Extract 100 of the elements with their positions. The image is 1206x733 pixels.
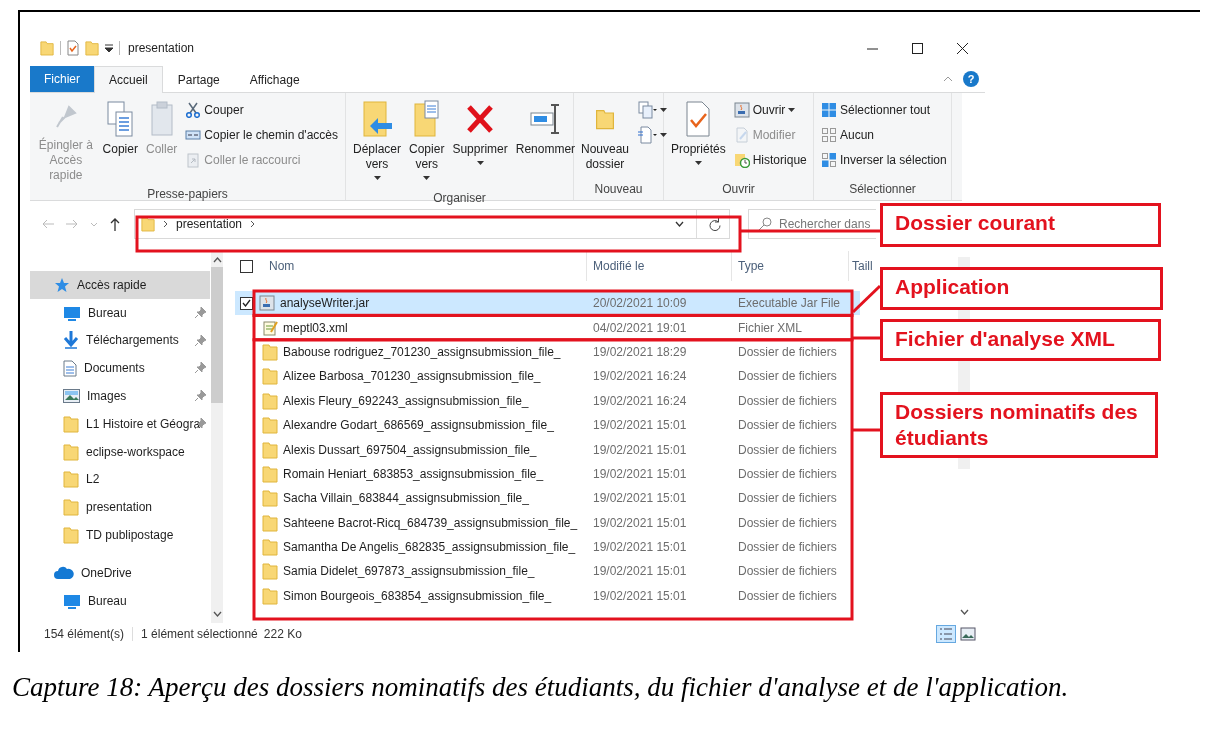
nav-item[interactable]: OneDrive bbox=[30, 558, 210, 587]
file-row[interactable]: meptl03.xml 04/02/2021 19:01 Fichier XML bbox=[235, 315, 860, 340]
ribbon-button[interactable]: Supprimer bbox=[449, 97, 511, 189]
scissors-icon bbox=[185, 102, 202, 118]
file-row[interactable]: Sahteene Bacrot-Ricq_684739_assignsubmission_file_ 19/02/2021 15:01 Dossier de fichiers bbox=[235, 510, 860, 535]
checked-document-icon[interactable] bbox=[67, 40, 79, 56]
checkbox[interactable] bbox=[240, 296, 253, 310]
type-cell-text: Dossier de fichiers bbox=[737, 491, 838, 506]
chevron-icon[interactable] bbox=[675, 221, 684, 227]
checkbox[interactable] bbox=[240, 259, 253, 273]
ribbon-button[interactable]: Sélectionner tout bbox=[818, 99, 950, 121]
file-row[interactable]: Simon Bourgeois_683854_assignsubmission_file_ 19/02/2021 15:01 Dossier de fichiers bbox=[235, 583, 860, 609]
ribbon-button[interactable]: Aucun bbox=[818, 124, 950, 146]
collapse-icon[interactable] bbox=[943, 76, 953, 82]
scroll-down-icon[interactable] bbox=[212, 611, 222, 617]
ribbon-button[interactable]: Propriétés bbox=[668, 97, 729, 180]
type-cell-text: Dossier de fichiers bbox=[737, 369, 838, 384]
folder-arrow-icon bbox=[360, 99, 394, 139]
help-icon[interactable]: ? bbox=[963, 71, 979, 87]
chevron-icon[interactable] bbox=[163, 220, 168, 228]
nav-item[interactable]: TD publipostage bbox=[30, 521, 210, 549]
folder-icon bbox=[85, 39, 99, 57]
folder-icon bbox=[262, 367, 278, 386]
ribbon-button[interactable]: Couper bbox=[182, 99, 341, 121]
folder-icon bbox=[40, 39, 54, 57]
search-field[interactable]: Rechercher dans bbox=[748, 209, 876, 239]
star-icon bbox=[54, 276, 70, 293]
ribbon-tab[interactable]: Accueil bbox=[94, 66, 163, 93]
file-row[interactable]: Alexandre Godart_686569_assignsubmission_file_ 19/02/2021 15:01 Dossier de fichiers bbox=[235, 412, 860, 438]
file-name: Romain Heniart_683853_assignsubmission_file_ bbox=[283, 466, 544, 481]
nav-item[interactable]: Documents bbox=[30, 354, 210, 383]
folder-icon bbox=[262, 538, 278, 557]
file-row[interactable]: Romain Heniart_683853_assignsubmission_file_ 19/02/2021 15:01 Dossier de fichiers bbox=[235, 461, 860, 487]
ribbon-tab[interactable]: Partage bbox=[162, 66, 235, 92]
date-cell-text: 19/02/2021 15:01 bbox=[592, 418, 688, 433]
nav-item[interactable]: eclipse-workspace bbox=[30, 437, 210, 466]
nav-item[interactable]: Accès rapide bbox=[30, 271, 210, 299]
ribbon-button[interactable]: Nouveau dossier bbox=[578, 97, 633, 180]
file-row[interactable]: Sacha Villain_683844_assignsubmission_file_ 19/02/2021 15:01 Dossier de fichiers bbox=[235, 486, 860, 511]
file-row[interactable]: analyseWriter.jar 20/02/2021 10:09 Executable Jar File bbox=[235, 291, 860, 316]
file-name: Alexis Fleury_692243_assignsubmission_file_ bbox=[283, 393, 529, 408]
ribbon-button[interactable]: Inverser la sélection bbox=[818, 149, 950, 171]
folder-icon bbox=[63, 469, 79, 490]
ribbon-button[interactable]: Ouvrir bbox=[730, 99, 810, 121]
nav-item[interactable]: Bureau bbox=[30, 298, 210, 327]
date-cell-text: 19/02/2021 15:01 bbox=[592, 515, 688, 530]
chevron-icon[interactable] bbox=[250, 220, 256, 228]
type-cell-text: Dossier de fichiers bbox=[737, 344, 838, 359]
nav-item[interactable]: Téléchargements bbox=[30, 326, 210, 355]
scroll-down-icon[interactable] bbox=[959, 609, 969, 615]
ribbon-button[interactable]: Copier vers bbox=[406, 97, 448, 189]
file-row[interactable]: Alexis Fleury_692243_assignsubmission_file_ 19/02/2021 16:24 Dossier de fichiers bbox=[235, 388, 860, 413]
column-header[interactable]: Taill bbox=[849, 251, 873, 281]
column-header[interactable]: Nom bbox=[263, 251, 587, 281]
folder-icon bbox=[262, 440, 278, 459]
nav-item[interactable]: L2 bbox=[30, 465, 210, 494]
file-name: meptl03.xml bbox=[283, 320, 348, 335]
ribbon-button[interactable]: Copier bbox=[99, 97, 141, 185]
nav-item[interactable]: Images bbox=[30, 382, 210, 410]
type-cell-text: Dossier de fichiers bbox=[737, 515, 838, 530]
file-name: Alizee Barbosa_701230_assignsubmission_file_ bbox=[283, 369, 541, 384]
file-row[interactable]: Samantha De Angelis_682835_assignsubmission_file_ 19/02/2021 15:01 Dossier de fichiers bbox=[235, 534, 860, 560]
refresh-icon[interactable] bbox=[709, 217, 721, 231]
file-row[interactable]: Babouse rodriguez_701230_assignsubmission_file_ 19/02/2021 18:29 Dossier de fichiers bbox=[235, 339, 860, 365]
ribbon-button[interactable]: Déplacer vers bbox=[350, 97, 405, 189]
nav-item[interactable]: Bureau bbox=[30, 586, 210, 615]
scroll-up-icon[interactable] bbox=[212, 257, 222, 263]
ribbon-tab[interactable]: Affichage bbox=[234, 66, 315, 92]
nav-item[interactable]: presentation bbox=[30, 493, 210, 522]
scrollbar[interactable] bbox=[211, 251, 223, 623]
file-row[interactable]: Alexis Dussart_697504_assignsubmission_file_ 19/02/2021 15:01 Dossier de fichiers bbox=[235, 437, 860, 462]
document-icon bbox=[63, 359, 77, 377]
ribbon-button[interactable]: Copier le chemin d'accès bbox=[182, 124, 341, 146]
ribbon-button[interactable]: Historique bbox=[730, 149, 810, 171]
folder-icon bbox=[262, 342, 278, 361]
figure-caption: Capture 18: Aperçu des dossiers nominatifs des étudiants, du fichier d'analyse et de l'application. bbox=[12, 671, 1070, 704]
ribbon-button[interactable]: Renommer bbox=[512, 97, 579, 189]
maximize-icon[interactable] bbox=[912, 42, 923, 54]
file-name: Alexandre Godart_686569_assignsubmission_file_ bbox=[283, 418, 554, 433]
up-icon[interactable] bbox=[110, 217, 120, 231]
type-cell-text: Dossier de fichiers bbox=[737, 393, 838, 408]
folder-clock-icon bbox=[733, 152, 750, 168]
type-cell-text: Dossier de fichiers bbox=[737, 418, 838, 433]
picture-icon[interactable] bbox=[959, 625, 977, 643]
file-row[interactable]: Samia Didelet_697873_assignsubmission_file_ 19/02/2021 15:01 Dossier de fichiers bbox=[235, 559, 860, 584]
file-row[interactable]: Alizee Barbosa_701230_assignsubmission_file_ 19/02/2021 16:24 Dossier de fichiers bbox=[235, 364, 860, 389]
dropdown-icon[interactable] bbox=[105, 44, 113, 52]
group-label: Ouvrir bbox=[721, 181, 756, 198]
ribbon-tab[interactable]: Fichier bbox=[30, 66, 94, 92]
column-header[interactable]: Modifié le bbox=[587, 251, 732, 281]
selection-count: 1 élément sélectionné bbox=[141, 627, 258, 641]
address-bar[interactable]: presentation bbox=[134, 209, 730, 239]
breadcrumb[interactable]: presentation bbox=[176, 217, 243, 231]
copy-icon bbox=[637, 101, 658, 119]
folder-icon bbox=[63, 413, 79, 434]
caret-icon bbox=[660, 108, 668, 112]
close-icon[interactable] bbox=[957, 42, 968, 54]
date-cell-text: 20/02/2021 10:09 bbox=[592, 296, 688, 311]
column-header[interactable]: Type bbox=[732, 251, 849, 281]
nav-item[interactable]: L1 Histoire et Géogra bbox=[30, 410, 210, 438]
